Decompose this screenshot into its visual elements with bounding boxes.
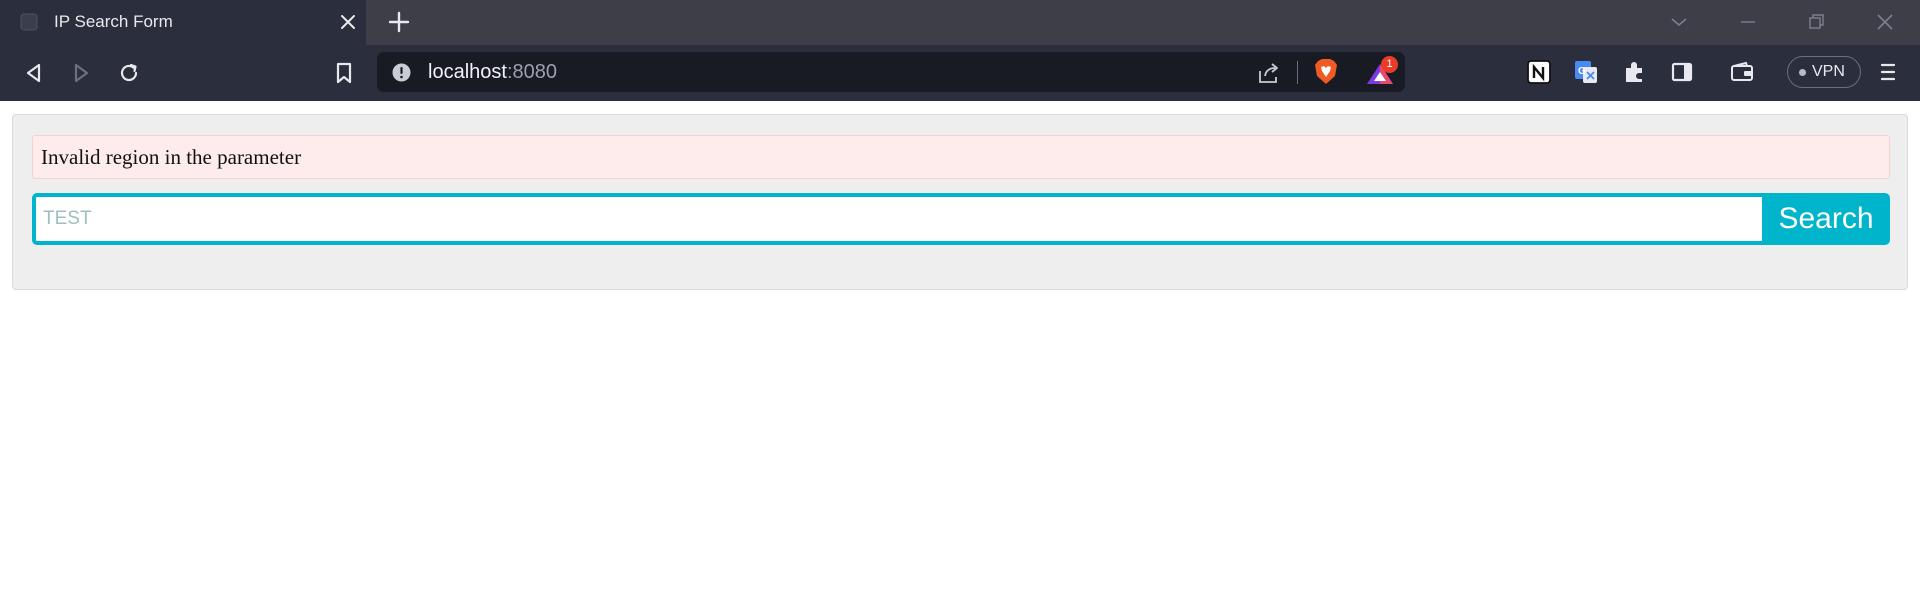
wallet-icon[interactable]: [1729, 59, 1755, 85]
minimize-icon[interactable]: [1736, 10, 1760, 34]
tab-strip: IP Search Form: [0, 0, 1920, 45]
favicon-icon: [20, 13, 38, 31]
plus-icon[interactable]: [386, 9, 412, 35]
rewards-badge: 1: [1381, 56, 1398, 73]
error-alert: Invalid region in the parameter: [32, 135, 1890, 179]
back-icon[interactable]: [19, 58, 49, 88]
menu-icon[interactable]: [1876, 60, 1900, 84]
share-icon[interactable]: [1256, 60, 1282, 86]
vpn-label: VPN: [1812, 63, 1845, 80]
browser-toolbar: localhost:8080 1 G VPN: [0, 45, 1920, 101]
search-button[interactable]: Search: [1762, 193, 1890, 245]
bookmark-icon[interactable]: [329, 58, 359, 88]
error-message: Invalid region in the parameter: [41, 145, 302, 169]
search-row: Search: [32, 193, 1890, 245]
forward-icon[interactable]: [66, 58, 96, 88]
page-content: Invalid region in the parameter Search: [0, 101, 1920, 595]
google-translate-icon[interactable]: G: [1573, 59, 1599, 85]
sidebar-icon[interactable]: [1669, 59, 1695, 85]
maximize-icon[interactable]: [1804, 10, 1828, 34]
browser-tab[interactable]: IP Search Form: [0, 0, 366, 45]
url-host: localhost: [428, 61, 507, 83]
address-bar[interactable]: localhost:8080 1: [377, 52, 1405, 92]
svg-text:G: G: [1578, 66, 1586, 77]
window-close-icon[interactable]: [1873, 10, 1897, 34]
url-text: localhost:8080: [428, 61, 557, 84]
vpn-status-dot: [1799, 69, 1806, 76]
extensions-icon[interactable]: [1621, 59, 1647, 85]
chevron-down-icon[interactable]: [1667, 10, 1691, 34]
tab-title: IP Search Form: [54, 12, 173, 31]
info-icon[interactable]: [392, 63, 411, 82]
address-bar-divider: [1297, 61, 1298, 84]
search-input[interactable]: [32, 193, 1762, 245]
ip-search-form: Invalid region in the parameter Search: [12, 114, 1908, 290]
reload-icon[interactable]: [114, 58, 144, 88]
brave-shields-icon[interactable]: [1313, 58, 1339, 86]
url-port: :8080: [506, 61, 557, 83]
notion-icon[interactable]: [1526, 59, 1552, 85]
close-icon[interactable]: [337, 11, 359, 33]
vpn-button[interactable]: VPN: [1787, 56, 1861, 88]
